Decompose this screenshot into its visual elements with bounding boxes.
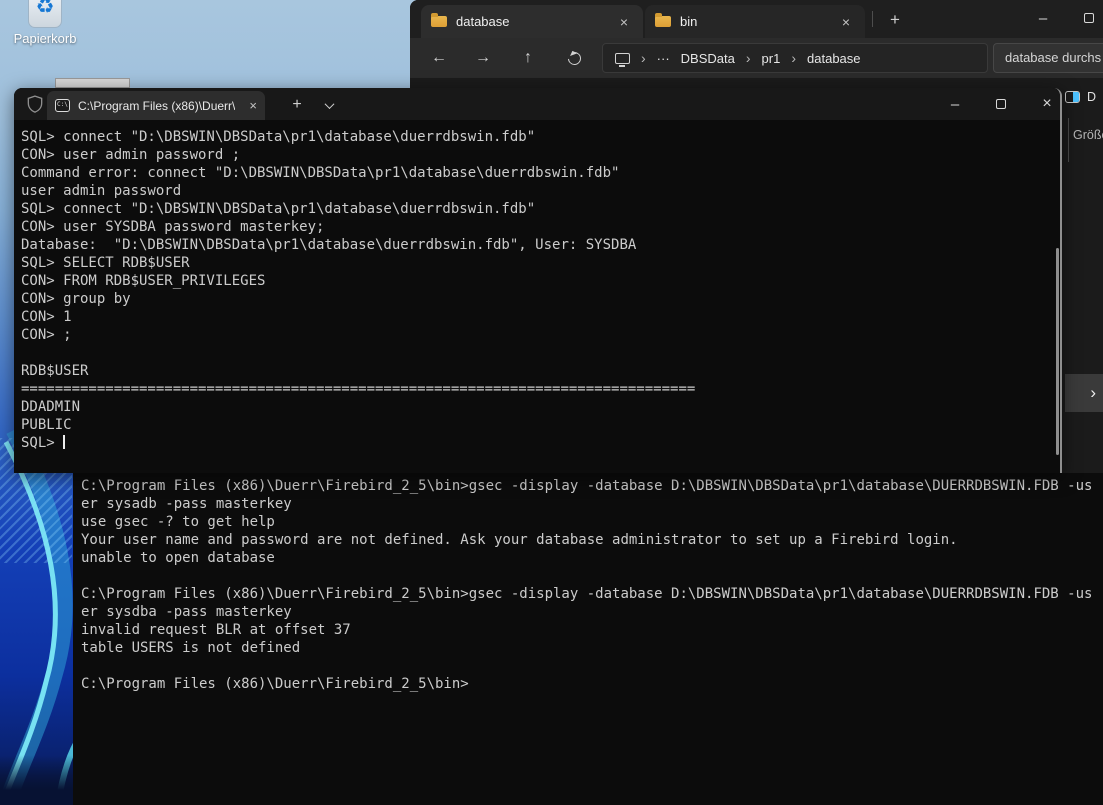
maximize-icon	[996, 99, 1006, 109]
tab-label: bin	[680, 14, 697, 29]
folder-icon	[431, 16, 447, 27]
breadcrumb-item-dbsdata[interactable]: DBSData	[681, 51, 735, 66]
maximize-button[interactable]	[1066, 0, 1103, 36]
terminal-window: C:\ C:\Program Files (x86)\Duerr\ × + – …	[14, 88, 1062, 473]
new-tab-button[interactable]: +	[880, 6, 910, 34]
explorer-tab-bin[interactable]: bin ×	[645, 5, 865, 38]
terminal-title-bar: C:\ C:\Program Files (x86)\Duerr\ × + – …	[14, 88, 1060, 120]
minimize-button[interactable]: –	[1020, 0, 1066, 36]
close-button[interactable]: ×	[1024, 88, 1070, 120]
tab-divider	[872, 11, 873, 27]
tab-close-icon[interactable]: ×	[615, 14, 633, 30]
terminal-scrollbar[interactable]	[1056, 248, 1059, 455]
up-button[interactable]: ↑	[513, 44, 543, 72]
terminal-tab[interactable]: C:\ C:\Program Files (x86)\Duerr\ ×	[47, 91, 265, 120]
column-separator	[1068, 118, 1069, 162]
terminal-prompt-line[interactable]: SQL>	[14, 434, 1060, 452]
desktop: ♻ Papierkorb database × bin × + – ←	[0, 0, 1103, 805]
details-pane-label: D	[1087, 90, 1096, 104]
breadcrumb-item-pr1[interactable]: pr1	[762, 51, 781, 66]
folder-icon	[655, 16, 671, 27]
breadcrumb-item-database[interactable]: database	[807, 51, 861, 66]
explorer-tab-bar: database × bin × + –	[410, 0, 1103, 38]
terminal-output[interactable]: SQL> connect "D:\DBSWIN\DBSData\pr1\data…	[14, 120, 1060, 434]
recycle-bin-shortcut[interactable]: ♻ Papierkorb	[12, 0, 78, 46]
recycle-bin-label: Papierkorb	[12, 31, 78, 46]
terminal-tab-title: C:\Program Files (x86)\Duerr\	[78, 99, 235, 113]
breadcrumb[interactable]: › ··· DBSData › pr1 › database	[602, 43, 988, 73]
back-button[interactable]: ←	[424, 44, 454, 72]
terminal-body[interactable]: SQL> connect "D:\DBSWIN\DBSData\pr1\data…	[14, 120, 1060, 473]
refresh-icon	[565, 49, 583, 67]
tab-close-icon[interactable]: ×	[249, 98, 257, 113]
chevron-right-icon: ›	[1090, 383, 1096, 403]
new-terminal-tab-button[interactable]: +	[284, 92, 310, 118]
chevron-right-icon: ›	[641, 50, 646, 66]
cmd-console-window[interactable]: C:\Program Files (x86)\Duerr\Firebird_2_…	[73, 473, 1103, 805]
recycle-bin-icon: ♻	[28, 0, 62, 28]
chevron-right-icon: ›	[791, 50, 796, 66]
shield-icon	[25, 94, 45, 114]
chevron-down-icon	[324, 99, 334, 109]
maximize-icon	[1084, 13, 1094, 23]
explorer-nav-bar: ← → ↑ › ··· DBSData › pr1 › database dat…	[410, 38, 1103, 78]
prompt-text: SQL>	[21, 435, 63, 451]
background-window-sliver	[55, 78, 130, 88]
terminal-dropdown-button[interactable]	[317, 93, 341, 117]
maximize-button[interactable]	[978, 88, 1024, 120]
text-cursor	[63, 435, 65, 449]
chevron-right-icon: ›	[746, 50, 751, 66]
this-pc-icon[interactable]	[615, 53, 630, 64]
minimize-button[interactable]: –	[932, 88, 978, 120]
tab-label: database	[456, 14, 510, 29]
column-header-size[interactable]: Größe	[1073, 128, 1103, 142]
explorer-tab-database[interactable]: database ×	[421, 5, 643, 38]
breadcrumb-ellipsis[interactable]: ···	[657, 51, 670, 66]
cmd-prompt-icon: C:\	[55, 99, 70, 112]
panel-expand-flyout[interactable]: ›	[1065, 374, 1103, 412]
console-output[interactable]: C:\Program Files (x86)\Duerr\Firebird_2_…	[73, 473, 1103, 693]
search-input[interactable]: database durchs	[993, 43, 1103, 73]
forward-button[interactable]: →	[468, 44, 498, 72]
refresh-button[interactable]	[559, 44, 589, 72]
tab-close-icon[interactable]: ×	[837, 14, 855, 30]
